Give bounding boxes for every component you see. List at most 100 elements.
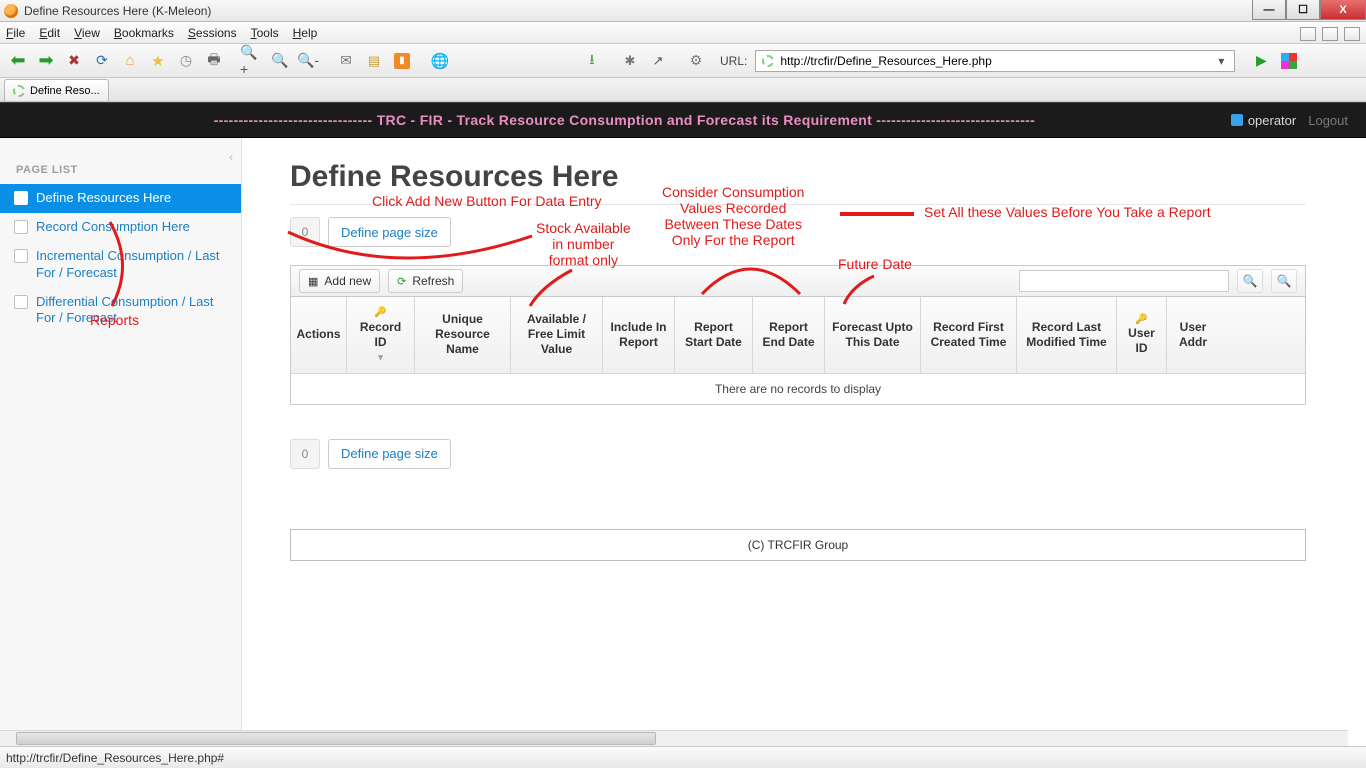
download-button[interactable]: ⭳: [580, 49, 604, 73]
column-label: Forecast Upto This Date: [831, 320, 914, 350]
go-button[interactable]: ▶: [1249, 49, 1273, 73]
print-button[interactable]: 🖶: [202, 49, 226, 73]
logout-link[interactable]: Logout: [1308, 113, 1348, 128]
zoom-reset-button[interactable]: 🔍: [268, 49, 292, 73]
plus-icon: ▦: [308, 275, 318, 288]
column-header[interactable]: Report Start Date: [675, 297, 753, 373]
annotation-add-new: Click Add New Button For Data Entry: [372, 193, 602, 209]
column-label: User Addr: [1173, 320, 1213, 350]
menubar-doc-icon[interactable]: [1300, 27, 1316, 41]
browser-toolbar: ⬅ ➡ ✖ ⟳ ⌂ ★ ◷ 🖶 🔍+ 🔍 🔍- ✉ ▤ ▮ 🌐 ⭳ ✱ ↗ ⚙ …: [0, 44, 1366, 78]
column-header[interactable]: Actions: [291, 297, 347, 373]
divider: [290, 204, 1306, 205]
share-button[interactable]: ↗: [646, 49, 670, 73]
table-search-input[interactable]: [1019, 270, 1229, 292]
sidebar-section-title: PAGE LIST: [0, 160, 241, 184]
menubar: File Edit View Bookmarks Sessions Tools …: [0, 22, 1366, 44]
bookmark-star-button[interactable]: ★: [146, 49, 170, 73]
sidebar-item[interactable]: Incremental Consumption / Last For / For…: [0, 242, 241, 288]
url-dropdown-icon[interactable]: ▾: [1214, 54, 1228, 68]
column-header[interactable]: Record First Created Time: [921, 297, 1017, 373]
column-header[interactable]: 🔑Record ID▾: [347, 297, 415, 373]
menu-sessions[interactable]: Sessions: [188, 26, 237, 40]
app-title: -------------------------------- TRC - F…: [18, 112, 1231, 128]
sidebar-item-label: Record Consumption Here: [36, 219, 190, 236]
column-header[interactable]: Forecast Upto This Date: [825, 297, 921, 373]
column-header[interactable]: Record Last Modified Time: [1017, 297, 1117, 373]
rss-button[interactable]: ▮: [390, 49, 414, 73]
column-header[interactable]: User Addr: [1167, 297, 1219, 373]
define-page-size-button[interactable]: Define page size: [328, 439, 451, 469]
browser-tab[interactable]: Define Reso...: [4, 79, 109, 101]
menu-file[interactable]: File: [6, 26, 25, 40]
bug-button[interactable]: ✱: [618, 49, 642, 73]
column-header[interactable]: Available / Free Limit Value: [511, 297, 603, 373]
column-header[interactable]: 🔑User ID: [1117, 297, 1167, 373]
main-area: ‹ PAGE LIST Define Resources Here Record …: [0, 138, 1366, 742]
sidebar-item[interactable]: Record Consumption Here: [0, 213, 241, 242]
sort-desc-icon: ▾: [378, 352, 383, 363]
tabbar: Define Reso...: [0, 78, 1366, 102]
column-header[interactable]: Unique Resource Name: [415, 297, 511, 373]
window-close-button[interactable]: X: [1320, 0, 1366, 20]
column-label: Record Last Modified Time: [1023, 320, 1110, 350]
scrollbar-thumb[interactable]: [16, 732, 656, 745]
menubar-doc-icon[interactable]: [1322, 27, 1338, 41]
window-titlebar: Define Resources Here (K-Meleon) — ☐ X: [0, 0, 1366, 22]
window-maximize-button[interactable]: ☐: [1286, 0, 1320, 20]
user-icon: [1231, 114, 1243, 126]
menubar-doc-icon[interactable]: [1344, 27, 1360, 41]
globe-button[interactable]: 🌐: [428, 49, 452, 73]
table-header: Actions 🔑Record ID▾Unique Resource NameAv…: [291, 297, 1305, 373]
sidebar-item[interactable]: Define Resources Here: [0, 184, 241, 213]
sidebar-item-label: Incremental Consumption / Last For / For…: [36, 248, 227, 282]
column-label: Available / Free Limit Value: [517, 312, 596, 357]
url-input[interactable]: [780, 54, 1208, 68]
browser-icon: [4, 4, 18, 18]
column-header[interactable]: Report End Date: [753, 297, 825, 373]
page-icon: [14, 249, 28, 263]
refresh-button[interactable]: ⟳Refresh: [388, 269, 463, 293]
column-label: Report End Date: [759, 320, 818, 350]
url-bar[interactable]: ▾: [755, 50, 1235, 72]
window-title: Define Resources Here (K-Meleon): [24, 4, 211, 18]
table-empty-message: There are no records to display: [291, 373, 1305, 404]
sidebar-collapse-icon[interactable]: ‹: [229, 150, 233, 164]
page-icon: [14, 191, 28, 205]
window-minimize-button[interactable]: —: [1252, 0, 1286, 20]
multicolor-button[interactable]: [1277, 49, 1301, 73]
menu-bookmarks[interactable]: Bookmarks: [114, 26, 174, 40]
column-label: Actions: [297, 327, 341, 342]
current-user[interactable]: operator: [1231, 113, 1296, 128]
zoom-in-button[interactable]: 🔍+: [240, 49, 264, 73]
search-button[interactable]: 🔍: [1237, 269, 1263, 293]
home-button[interactable]: ⌂: [118, 49, 142, 73]
advanced-search-button[interactable]: 🔍: [1271, 269, 1297, 293]
tab-label: Define Reso...: [30, 85, 100, 97]
horizontal-scrollbar[interactable]: [0, 730, 1348, 746]
page-icon: [14, 220, 28, 234]
mail-button[interactable]: ✉: [334, 49, 358, 73]
key-icon: 🔑: [374, 307, 386, 320]
reload-button[interactable]: ⟳: [90, 49, 114, 73]
stop-button[interactable]: ✖: [62, 49, 86, 73]
notes-button[interactable]: ▤: [362, 49, 386, 73]
history-button[interactable]: ◷: [174, 49, 198, 73]
menu-tools[interactable]: Tools: [251, 26, 279, 40]
menu-view[interactable]: View: [74, 26, 100, 40]
column-label: Record First Created Time: [927, 320, 1010, 350]
forward-button[interactable]: ➡: [34, 49, 58, 73]
content: Define Resources Here Click Add New Butt…: [242, 138, 1366, 742]
column-header[interactable]: Include In Report: [603, 297, 675, 373]
back-button[interactable]: ⬅: [6, 49, 30, 73]
define-page-size-button[interactable]: Define page size: [328, 217, 451, 247]
menu-edit[interactable]: Edit: [39, 26, 60, 40]
record-count: 0: [290, 439, 320, 469]
sidebar-item[interactable]: Differential Consumption / Last For / Fo…: [0, 288, 241, 334]
zoom-out-button[interactable]: 🔍-: [296, 49, 320, 73]
statusbar: http://trcfir/Define_Resources_Here.php#: [0, 746, 1366, 768]
menu-help[interactable]: Help: [293, 26, 318, 40]
add-new-button[interactable]: ▦Add new: [299, 269, 380, 293]
column-label: Include In Report: [609, 320, 668, 350]
settings-gear-button[interactable]: ⚙: [684, 49, 708, 73]
